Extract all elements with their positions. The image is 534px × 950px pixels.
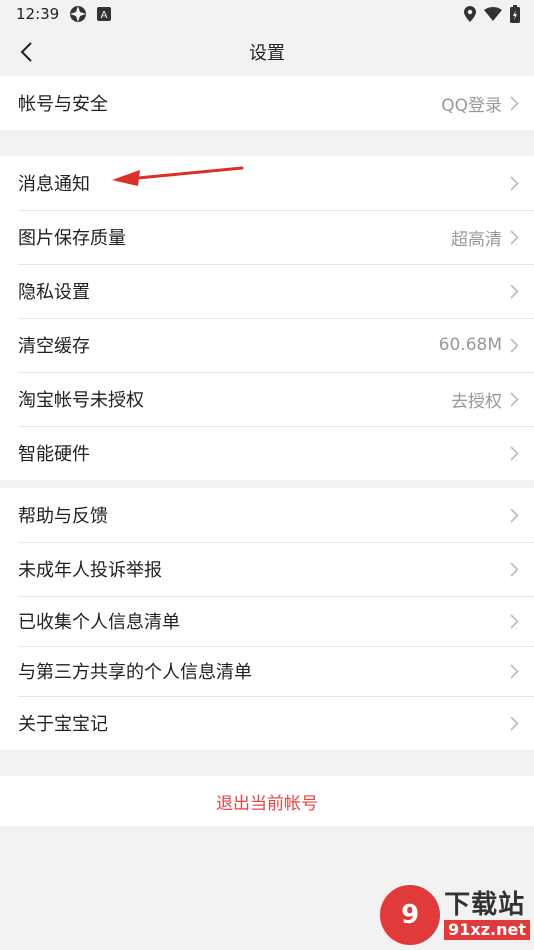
row-collected-info-list[interactable]: 已收集个人信息清单 [0,596,534,646]
row-value: 去授权 [451,391,502,412]
watermark-logo: 9 [380,885,441,945]
row-shared-info-list[interactable]: 与第三方共享的个人信息清单 [0,646,534,696]
chevron-right-icon [508,175,520,191]
settings-group-about: 帮助与反馈 未成年人投诉举报 已收集个人信息清单 与第三方共享的个人信息清单 关… [0,488,534,750]
network-icon [69,5,87,23]
row-about[interactable]: 关于宝宝记 [0,696,534,750]
row-label: 帐号与安全 [18,94,108,115]
row-label: 智能硬件 [18,444,90,465]
page-title: 设置 [249,43,285,64]
back-button[interactable] [10,36,42,68]
wifi-icon [484,7,502,21]
battery-icon [510,5,520,23]
status-time: 12:39 [16,5,60,23]
chevron-right-icon [508,507,520,523]
annotation-arrow-icon [112,166,244,186]
row-label: 与第三方共享的个人信息清单 [18,662,252,683]
row-image-quality[interactable]: 图片保存质量 超高清 [0,210,534,264]
row-label: 未成年人投诉举报 [18,560,162,581]
logout-button[interactable]: 退出当前帐号 [0,776,534,826]
row-label: 图片保存质量 [18,228,126,249]
watermark: 9 下载站 91xz.net [360,880,534,950]
location-icon [464,6,476,22]
row-value: QQ登录 [441,95,502,116]
chevron-right-icon [508,663,520,679]
row-label: 已收集个人信息清单 [18,612,180,633]
header-bar: 设置 [0,28,534,76]
chevron-right-icon [508,391,520,407]
chevron-right-icon [508,95,520,111]
settings-group-account: 帐号与安全 QQ登录 [0,76,534,130]
chevron-right-icon [508,337,520,353]
watermark-cn: 下载站 [444,890,526,920]
row-privacy-settings[interactable]: 隐私设置 [0,264,534,318]
row-taobao-authorization[interactable]: 淘宝帐号未授权 去授权 [0,372,534,426]
row-label: 消息通知 [18,174,90,195]
chevron-right-icon [508,283,520,299]
row-label: 帮助与反馈 [18,506,108,527]
row-label: 淘宝帐号未授权 [18,390,144,411]
status-bar: 12:39 A [0,0,534,28]
row-value: 超高清 [451,229,502,250]
a-notification-icon: A [97,7,112,21]
chevron-right-icon [508,229,520,245]
row-minor-complaint[interactable]: 未成年人投诉举报 [0,542,534,596]
row-help-feedback[interactable]: 帮助与反馈 [0,488,534,542]
row-value: 60.68M [438,335,502,355]
chevron-right-icon [508,445,520,461]
row-label: 清空缓存 [18,336,90,357]
settings-group-general: 消息通知 图片保存质量 超高清 隐私设置 清空缓存 60.68M 淘宝帐号未授权… [0,156,534,480]
row-smart-hardware[interactable]: 智能硬件 [0,426,534,480]
chevron-left-icon [20,42,32,62]
watermark-en: 91xz.net [444,920,530,940]
row-clear-cache[interactable]: 清空缓存 60.68M [0,318,534,372]
chevron-right-icon [508,613,520,629]
row-label: 隐私设置 [18,282,90,303]
row-account-security[interactable]: 帐号与安全 QQ登录 [0,76,534,130]
row-message-notification[interactable]: 消息通知 [0,156,534,210]
svg-text:A: A [101,10,108,21]
chevron-right-icon [508,561,520,577]
chevron-right-icon [508,715,520,731]
row-label: 关于宝宝记 [18,714,108,735]
